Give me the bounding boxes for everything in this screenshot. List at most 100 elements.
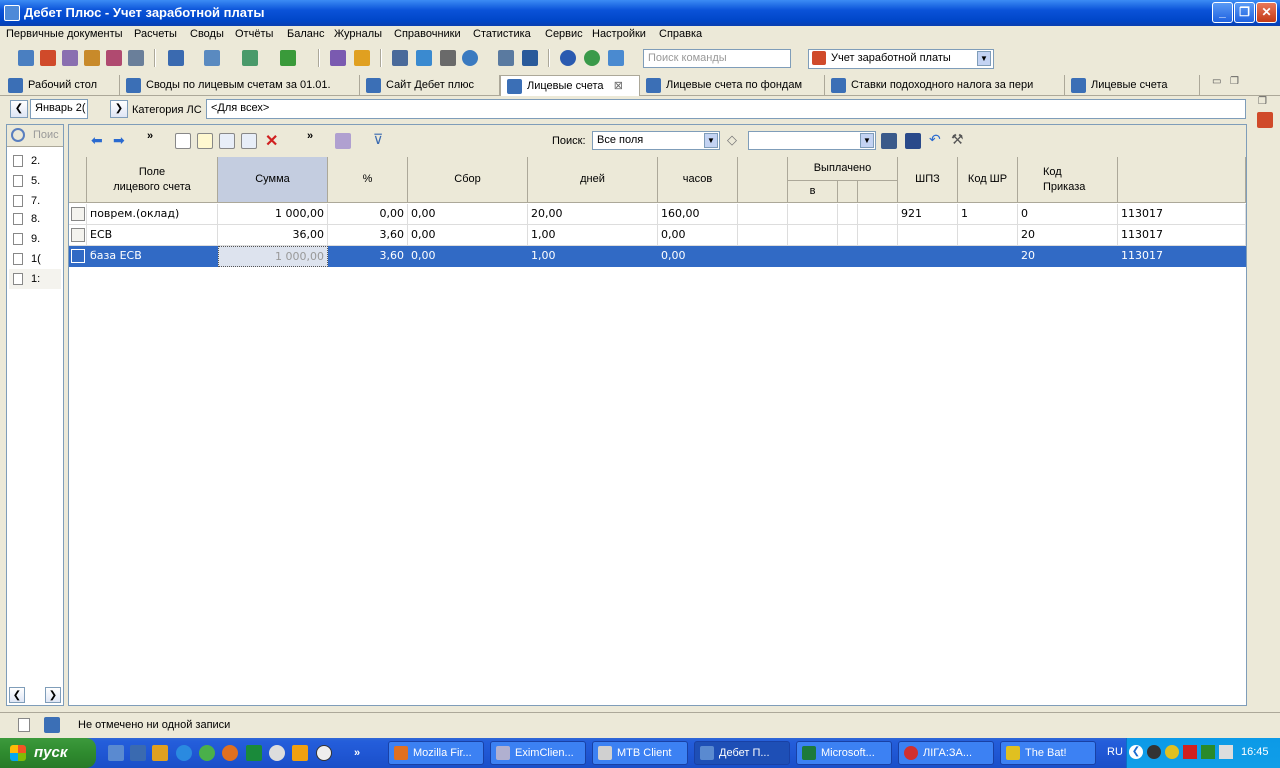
delete-icon[interactable]: ✕ bbox=[265, 131, 278, 151]
cell-kod-shr[interactable]: 1 bbox=[958, 204, 1018, 225]
check-icon[interactable] bbox=[280, 50, 296, 66]
column-header-kod-prikaza[interactable]: Код Приказа bbox=[1018, 157, 1118, 203]
column-header-sum[interactable]: Сумма bbox=[218, 157, 328, 203]
cell-last[interactable]: 113017 bbox=[1118, 246, 1246, 267]
quicklaunch-green-icon[interactable] bbox=[199, 745, 215, 761]
column-header-fee[interactable]: Сбор bbox=[408, 157, 528, 203]
restore-button[interactable]: ❐ bbox=[1234, 2, 1255, 23]
close-tab-icon[interactable]: ⊠ bbox=[614, 79, 623, 92]
minimize-tab-icon[interactable]: ▭ bbox=[1212, 76, 1221, 87]
list-item[interactable]: 7. bbox=[31, 195, 40, 207]
bookmark-icon[interactable] bbox=[416, 50, 432, 66]
list-item[interactable]: 1: bbox=[31, 273, 40, 285]
menu-item[interactable]: Справочники bbox=[394, 28, 461, 40]
start-button[interactable]: пуск bbox=[0, 738, 96, 768]
cell-paid3[interactable] bbox=[858, 204, 898, 225]
tray-network-icon[interactable] bbox=[1201, 745, 1215, 759]
scroll-right-button[interactable]: ❯ bbox=[45, 687, 61, 703]
restore-panel-icon[interactable]: ❐ bbox=[1258, 96, 1267, 107]
find-icon[interactable] bbox=[241, 133, 257, 149]
quicklaunch-screen-icon[interactable] bbox=[130, 745, 146, 761]
quicklaunch-desktop-icon[interactable] bbox=[108, 745, 124, 761]
category-input[interactable]: <Для всех> bbox=[206, 99, 1246, 119]
chevron-down-icon[interactable]: ▼ bbox=[860, 133, 874, 148]
edit-icon[interactable] bbox=[106, 50, 122, 66]
cross-icon[interactable] bbox=[440, 50, 456, 66]
menu-item[interactable]: Справка bbox=[659, 28, 702, 40]
column-header-last[interactable] bbox=[1118, 157, 1246, 203]
cell-last[interactable]: 113017 bbox=[1118, 204, 1246, 225]
tray-usb-icon[interactable] bbox=[1219, 745, 1233, 759]
close-button[interactable]: ✕ bbox=[1256, 2, 1277, 23]
menu-item[interactable]: Своды bbox=[190, 28, 224, 40]
cell-field[interactable]: база ЕСВ bbox=[87, 246, 218, 267]
tab-personal-accounts-2[interactable]: Лицевые счета bbox=[1065, 75, 1200, 96]
cell-shpz[interactable]: 921 bbox=[898, 204, 958, 225]
column-header-days[interactable]: дней bbox=[528, 157, 658, 203]
list-item[interactable]: 9. bbox=[31, 233, 40, 245]
left-search-input[interactable]: Поис bbox=[33, 129, 59, 141]
language-indicator[interactable]: RU bbox=[1107, 746, 1123, 758]
cell-kod-shr[interactable] bbox=[958, 225, 1018, 246]
row-checkbox[interactable] bbox=[71, 228, 85, 242]
list-icon[interactable] bbox=[128, 50, 144, 66]
quicklaunch-app-icon[interactable] bbox=[246, 745, 262, 761]
quicklaunch-ie-icon[interactable] bbox=[176, 745, 192, 761]
module-select[interactable]: Учет заработной платы ▼ bbox=[808, 49, 994, 69]
cell-pct[interactable]: 3,60 bbox=[328, 246, 408, 267]
taskbar-item-debet[interactable]: Дебет П... bbox=[694, 741, 790, 765]
cell-blank[interactable] bbox=[738, 204, 788, 225]
column-header-paid-sub2[interactable] bbox=[838, 181, 858, 203]
menu-item[interactable]: Статистика bbox=[473, 28, 531, 40]
tab-personal-accounts[interactable]: Лицевые счета ⊠ bbox=[500, 75, 640, 96]
scroll-left-button[interactable]: ❮ bbox=[9, 687, 25, 703]
cell-paid[interactable] bbox=[788, 225, 838, 246]
cell-kod-prikaza[interactable]: 0 bbox=[1018, 204, 1118, 225]
taskbar-item-thebat[interactable]: The Bat! bbox=[1000, 741, 1096, 765]
quicklaunch-firefox-icon[interactable] bbox=[222, 745, 238, 761]
column-header-pct[interactable]: % bbox=[328, 157, 408, 203]
cell-field[interactable]: ЕСВ bbox=[87, 225, 218, 246]
tab-summaries[interactable]: Своды по лицевым счетам за 01.01. bbox=[120, 75, 360, 96]
more-icon[interactable]: » bbox=[147, 130, 153, 142]
inbox-icon[interactable] bbox=[608, 50, 624, 66]
menu-item[interactable]: Сервис bbox=[545, 28, 583, 40]
column-header-hours[interactable]: часов bbox=[658, 157, 738, 203]
help-icon[interactable] bbox=[560, 50, 576, 66]
column-header-blank[interactable] bbox=[738, 157, 788, 203]
taskbar-item-exim[interactable]: EximClien... bbox=[490, 741, 586, 765]
forward-arrow-icon[interactable]: ➡ bbox=[113, 132, 125, 149]
row-checkbox[interactable] bbox=[71, 207, 85, 221]
cell-sum[interactable]: 1 000,00 bbox=[218, 204, 328, 225]
minimize-button[interactable]: _ bbox=[1212, 2, 1233, 23]
list-item[interactable]: 2. bbox=[31, 155, 40, 167]
cell-pct[interactable]: 3,60 bbox=[328, 225, 408, 246]
row-checkbox[interactable] bbox=[71, 249, 85, 263]
cell-days[interactable]: 20,00 bbox=[528, 204, 658, 225]
grid-view-icon[interactable] bbox=[905, 133, 921, 149]
new-icon[interactable] bbox=[175, 133, 191, 149]
cell-shpz[interactable] bbox=[898, 225, 958, 246]
cell-fee[interactable]: 0,00 bbox=[408, 246, 528, 267]
binoculars-icon[interactable] bbox=[881, 133, 897, 149]
filter-icon[interactable]: ⊽ bbox=[373, 131, 383, 148]
globe-icon[interactable] bbox=[584, 50, 600, 66]
column-header-kod-shr[interactable]: Код ШР bbox=[958, 157, 1018, 203]
mail-icon[interactable] bbox=[498, 50, 514, 66]
tab-site[interactable]: Сайт Дебет плюс bbox=[360, 75, 500, 96]
tab-desktop[interactable]: Рабочий стол bbox=[2, 75, 120, 96]
table-icon[interactable] bbox=[242, 50, 258, 66]
cell-paid[interactable] bbox=[788, 246, 838, 267]
cell-kod-shr[interactable] bbox=[958, 246, 1018, 267]
tray-k-icon[interactable] bbox=[1183, 745, 1197, 759]
report-icon[interactable] bbox=[204, 50, 220, 66]
undo-icon[interactable]: ↶ bbox=[929, 131, 941, 148]
cell-paid2[interactable] bbox=[838, 204, 858, 225]
tray-app-icon[interactable] bbox=[1147, 745, 1161, 759]
database-icon[interactable] bbox=[18, 50, 34, 66]
quicklaunch-disc-icon[interactable] bbox=[316, 745, 332, 761]
quicklaunch-o-icon[interactable] bbox=[292, 745, 308, 761]
tab-tax-rates[interactable]: Ставки подоходного налога за пери bbox=[825, 75, 1065, 96]
command-search-input[interactable]: Поиск команды bbox=[643, 49, 791, 68]
cell-days[interactable]: 1,00 bbox=[528, 225, 658, 246]
